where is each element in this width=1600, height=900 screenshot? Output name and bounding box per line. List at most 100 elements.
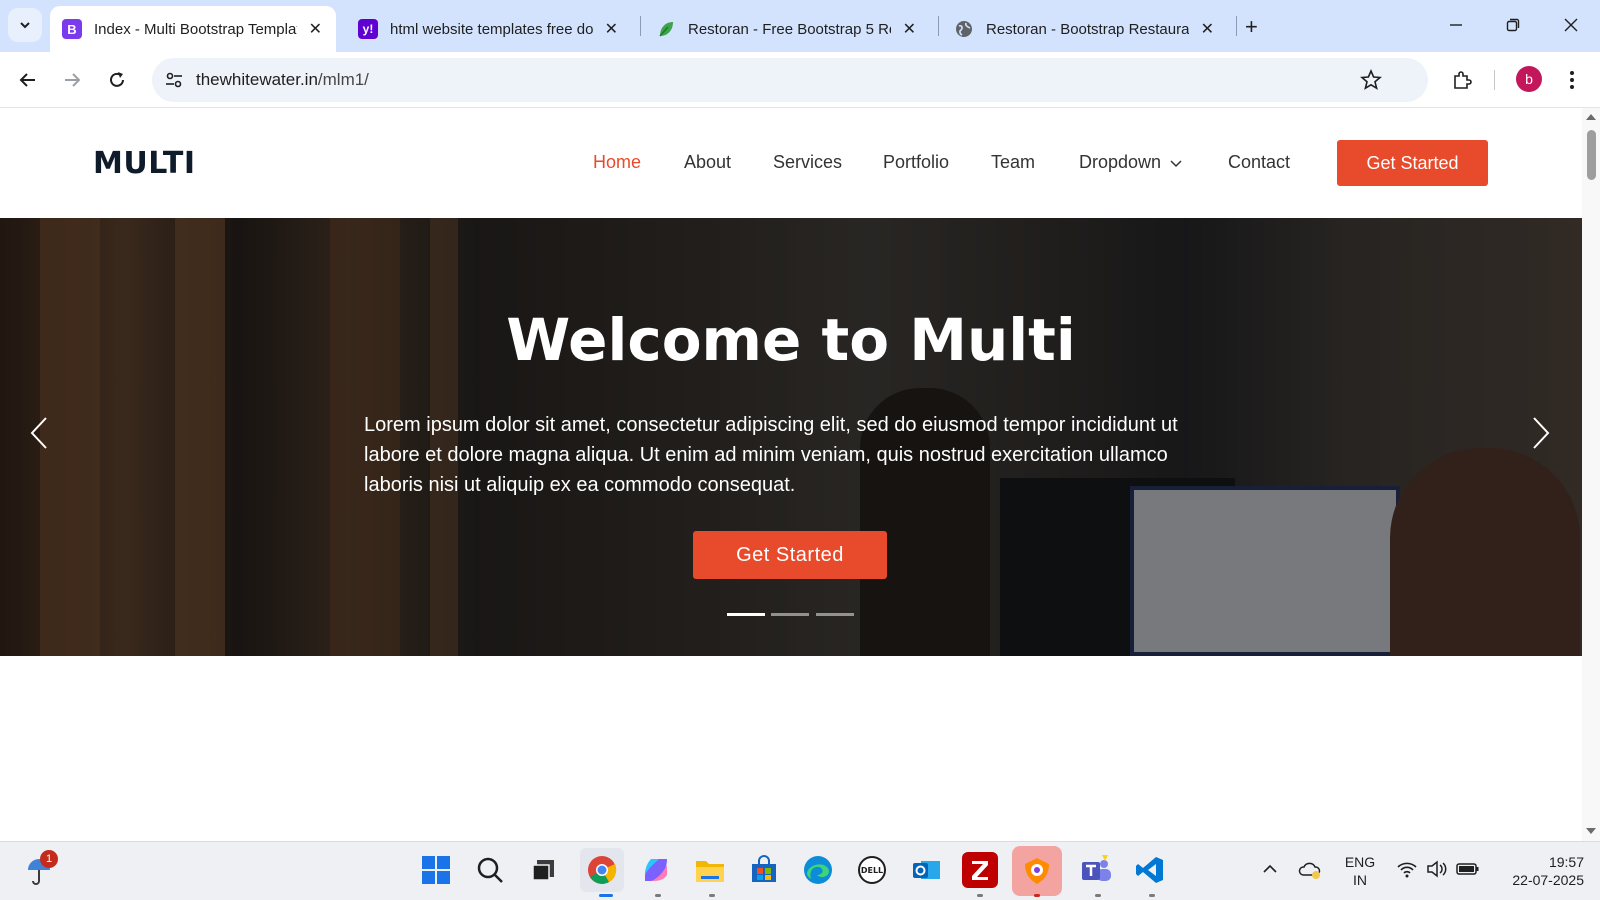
vpn-app-icon[interactable] bbox=[1012, 846, 1062, 896]
battery-icon[interactable] bbox=[1456, 861, 1480, 882]
reload-icon[interactable] bbox=[105, 68, 129, 92]
close-tab-icon[interactable]: ✕ bbox=[307, 19, 324, 39]
svg-text:DELL: DELL bbox=[861, 866, 883, 875]
tab-multi-template[interactable]: B Index - Multi Bootstrap Templat ✕ bbox=[50, 6, 336, 52]
url-host: thewhitewater.in bbox=[196, 70, 318, 89]
hero-get-started-button[interactable]: Get Started bbox=[693, 531, 887, 579]
minimize-icon[interactable] bbox=[1441, 12, 1471, 38]
clock-date: 22-07-2025 bbox=[1512, 872, 1584, 888]
store-icon[interactable] bbox=[746, 852, 782, 888]
leaf-favicon-icon bbox=[656, 19, 676, 39]
outlook-icon[interactable] bbox=[908, 852, 944, 888]
carousel-next-icon[interactable] bbox=[1526, 413, 1556, 453]
onedrive-status-icon[interactable] bbox=[1298, 859, 1322, 886]
restore-icon[interactable] bbox=[1498, 12, 1528, 38]
url-path: /mlm1/ bbox=[317, 70, 369, 89]
browser-toolbar: thewhitewater.in/mlm1/ b bbox=[0, 52, 1600, 108]
hero-title: Welcome to Multi bbox=[506, 306, 1076, 374]
carousel-prev-icon[interactable] bbox=[24, 413, 54, 453]
dell-icon[interactable]: DELL bbox=[854, 852, 890, 888]
new-tab-icon[interactable]: + bbox=[1245, 14, 1258, 40]
wifi-icon[interactable] bbox=[1396, 860, 1418, 883]
tab-separator bbox=[938, 16, 939, 36]
close-window-icon[interactable] bbox=[1556, 12, 1586, 38]
site-info-icon[interactable] bbox=[164, 70, 184, 95]
nav-portfolio[interactable]: Portfolio bbox=[883, 152, 949, 173]
tab-strip: B Index - Multi Bootstrap Templat ✕ y! h… bbox=[0, 0, 1600, 52]
carousel-indicator-2[interactable] bbox=[771, 613, 809, 616]
filezilla-icon[interactable] bbox=[962, 852, 998, 888]
back-icon[interactable] bbox=[16, 68, 40, 92]
start-icon[interactable] bbox=[418, 852, 454, 888]
close-tab-icon[interactable]: ✕ bbox=[603, 19, 620, 39]
tab-html-templates[interactable]: y! html website templates free do ✕ bbox=[346, 6, 632, 52]
tab-restoran-bootstrap[interactable]: Restoran - Bootstrap Restauran ✕ bbox=[942, 6, 1228, 52]
weather-icon[interactable]: 1 bbox=[24, 850, 58, 891]
tab-search-button[interactable] bbox=[8, 8, 42, 42]
app-indicator bbox=[977, 894, 983, 897]
page-scrollbar[interactable] bbox=[1582, 108, 1600, 841]
bootstrap-favicon-icon: B bbox=[62, 19, 82, 39]
nav-team[interactable]: Team bbox=[991, 152, 1035, 173]
teams-icon[interactable] bbox=[1078, 852, 1114, 888]
profile-avatar[interactable]: b bbox=[1516, 66, 1542, 92]
nav-dropdown[interactable]: Dropdown bbox=[1079, 152, 1183, 173]
tab-separator bbox=[1236, 16, 1237, 36]
windows-taskbar: 1 DELL ENG IN 19:57 22-07-2025 bbox=[0, 841, 1600, 900]
more-menu-icon[interactable] bbox=[1560, 68, 1584, 92]
globe-favicon-icon bbox=[954, 19, 974, 39]
header-get-started-button[interactable]: Get Started bbox=[1337, 140, 1488, 186]
chevron-down-icon bbox=[20, 22, 30, 29]
close-tab-icon[interactable]: ✕ bbox=[901, 19, 918, 39]
task-view-icon[interactable] bbox=[526, 852, 562, 888]
app-indicator bbox=[709, 894, 715, 897]
edge-icon[interactable] bbox=[800, 852, 836, 888]
yahoo-favicon-icon: y! bbox=[358, 19, 378, 39]
close-tab-icon[interactable]: ✕ bbox=[1199, 19, 1216, 39]
app-indicator bbox=[1034, 894, 1040, 897]
tab-title: Restoran - Bootstrap Restauran bbox=[986, 20, 1189, 38]
extensions-icon[interactable] bbox=[1450, 68, 1474, 92]
app-indicator bbox=[1095, 894, 1101, 897]
tab-title: html website templates free do bbox=[390, 20, 593, 38]
search-icon[interactable] bbox=[472, 852, 508, 888]
scroll-up-icon[interactable] bbox=[1586, 114, 1596, 120]
nav-home[interactable]: Home bbox=[593, 152, 641, 173]
carousel-indicator-3[interactable] bbox=[816, 613, 854, 616]
page-viewport: MULTI Home About Services Portfolio Team… bbox=[0, 108, 1582, 841]
clock-time: 19:57 bbox=[1548, 854, 1584, 870]
language-indicator[interactable]: ENG IN bbox=[1342, 854, 1378, 888]
url-text[interactable]: thewhitewater.in/mlm1/ bbox=[196, 70, 369, 90]
language-code: ENG bbox=[1344, 854, 1376, 870]
nav-dropdown-label: Dropdown bbox=[1079, 152, 1162, 172]
volume-icon[interactable] bbox=[1426, 860, 1448, 883]
chevron-down-icon bbox=[1170, 159, 1182, 167]
tab-title: Restoran - Free Bootstrap 5 Res bbox=[688, 20, 891, 38]
toolbar-divider bbox=[1494, 70, 1495, 90]
file-explorer-icon[interactable] bbox=[692, 852, 728, 888]
clock[interactable]: 19:57 22-07-2025 bbox=[1494, 854, 1584, 888]
app-indicator bbox=[655, 894, 661, 897]
forward-icon[interactable] bbox=[60, 68, 84, 92]
hero-text: Lorem ipsum dolor sit amet, consectetur … bbox=[364, 414, 1178, 496]
hero-carousel: Welcome to Multi Lorem ipsum dolor sit a… bbox=[0, 218, 1582, 656]
bookmark-star-icon[interactable] bbox=[1360, 68, 1382, 96]
app-indicator bbox=[1149, 894, 1155, 897]
address-bar[interactable]: thewhitewater.in/mlm1/ bbox=[152, 58, 1428, 102]
site-logo[interactable]: MULTI bbox=[93, 146, 196, 181]
scroll-down-icon[interactable] bbox=[1586, 828, 1596, 834]
carousel-indicator-1[interactable] bbox=[727, 613, 765, 616]
active-app-indicator bbox=[599, 894, 613, 897]
nav-contact[interactable]: Contact bbox=[1228, 152, 1290, 173]
copilot-icon[interactable] bbox=[638, 852, 674, 888]
tray-overflow-chevron-icon[interactable] bbox=[1262, 861, 1278, 882]
nav-about[interactable]: About bbox=[684, 152, 731, 173]
scrollbar-thumb[interactable] bbox=[1587, 130, 1596, 180]
tab-separator bbox=[640, 16, 641, 36]
region-code: IN bbox=[1353, 872, 1367, 888]
nav-services[interactable]: Services bbox=[773, 152, 842, 173]
vscode-icon[interactable] bbox=[1132, 852, 1168, 888]
tab-restoran-free[interactable]: Restoran - Free Bootstrap 5 Res ✕ bbox=[644, 6, 930, 52]
chrome-icon[interactable] bbox=[580, 848, 624, 892]
weather-badge: 1 bbox=[40, 850, 58, 868]
